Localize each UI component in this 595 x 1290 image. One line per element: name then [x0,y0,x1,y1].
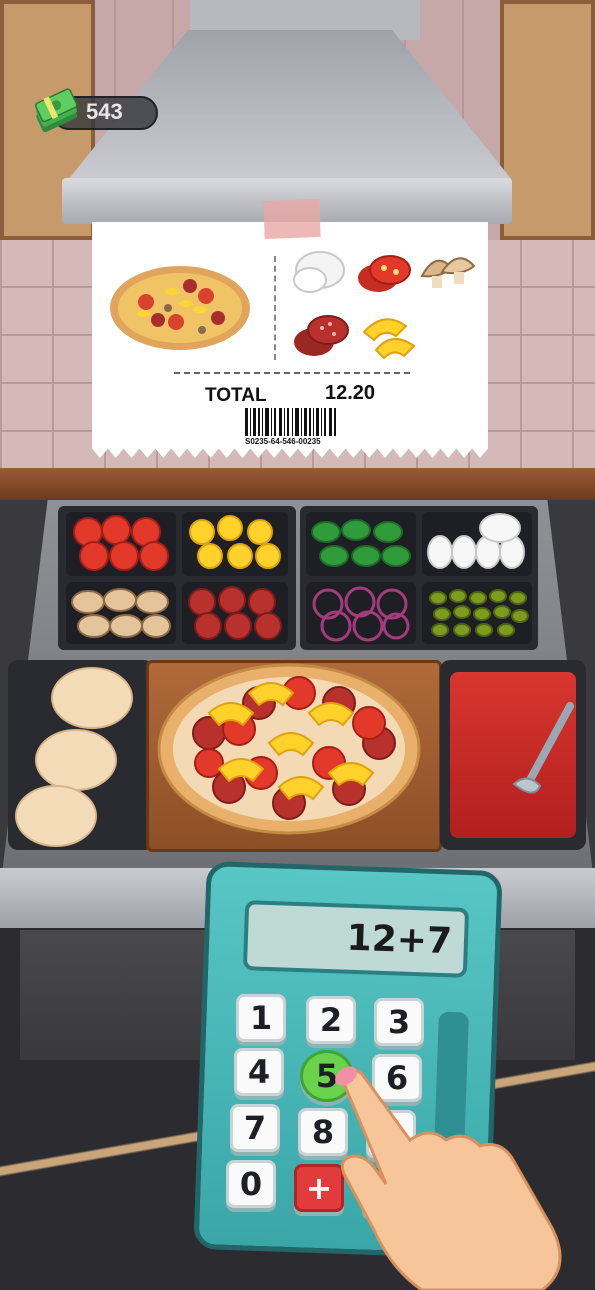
receipt-tape [263,199,321,239]
sauce-tray[interactable] [440,660,586,850]
olive-icon [429,589,529,637]
cutting-board [146,660,442,852]
right-cabinet [500,0,595,240]
cash-stack-icon [34,88,78,133]
tray-olives[interactable] [422,582,532,644]
tray-mushroom[interactable] [66,582,176,644]
spinach-icon [311,519,411,567]
key-7[interactable]: 7 [230,1104,280,1152]
salami-icon [188,586,282,640]
tray-tomato[interactable] [66,512,176,576]
mozzarella-icon [293,251,345,293]
mushroom-icon [71,588,171,638]
ladle-icon[interactable] [500,700,580,810]
pizza-in-progress[interactable] [149,663,439,849]
red-onion-icon [312,586,410,642]
key-4[interactable]: 4 [234,1048,284,1096]
tomato-slices-icon [358,255,411,292]
currency-amount: 543 [86,99,123,124]
receipt-divider [274,256,276,360]
tray-pineapple[interactable] [182,512,288,576]
tomato-slices-icon [73,515,169,571]
topping-tray-left [58,506,296,650]
tray-salami[interactable] [182,582,288,644]
pineapple-icon [189,515,281,569]
counter-edge [0,468,595,500]
tray-spinach[interactable] [306,512,416,576]
key-3[interactable]: 3 [374,998,424,1046]
barcode-number: S0235-64-546-00235 [245,437,321,446]
key-1[interactable]: 1 [236,994,286,1042]
tray-red-onion[interactable] [306,582,416,644]
pizza-icon [110,266,250,350]
key-2[interactable]: 2 [306,996,356,1044]
barcode-icon [245,408,336,436]
dough-ball-icon [15,667,133,847]
total-label: TOTAL [205,385,267,406]
total-value: 12.20 [325,382,376,404]
tutorial-hand-icon [335,1066,562,1290]
pineapple-icon [362,318,416,360]
dough-tray[interactable] [8,660,154,850]
salami-icon [294,315,349,356]
topping-tray-right [300,506,538,650]
receipt-divider-horizontal [174,372,410,374]
mushroom-icon [420,257,476,288]
mozzarella-icon [427,513,525,569]
key-0[interactable]: 0 [226,1160,276,1208]
tray-mozzarella[interactable] [422,512,532,576]
calculator-display: 12+7 [345,917,453,963]
